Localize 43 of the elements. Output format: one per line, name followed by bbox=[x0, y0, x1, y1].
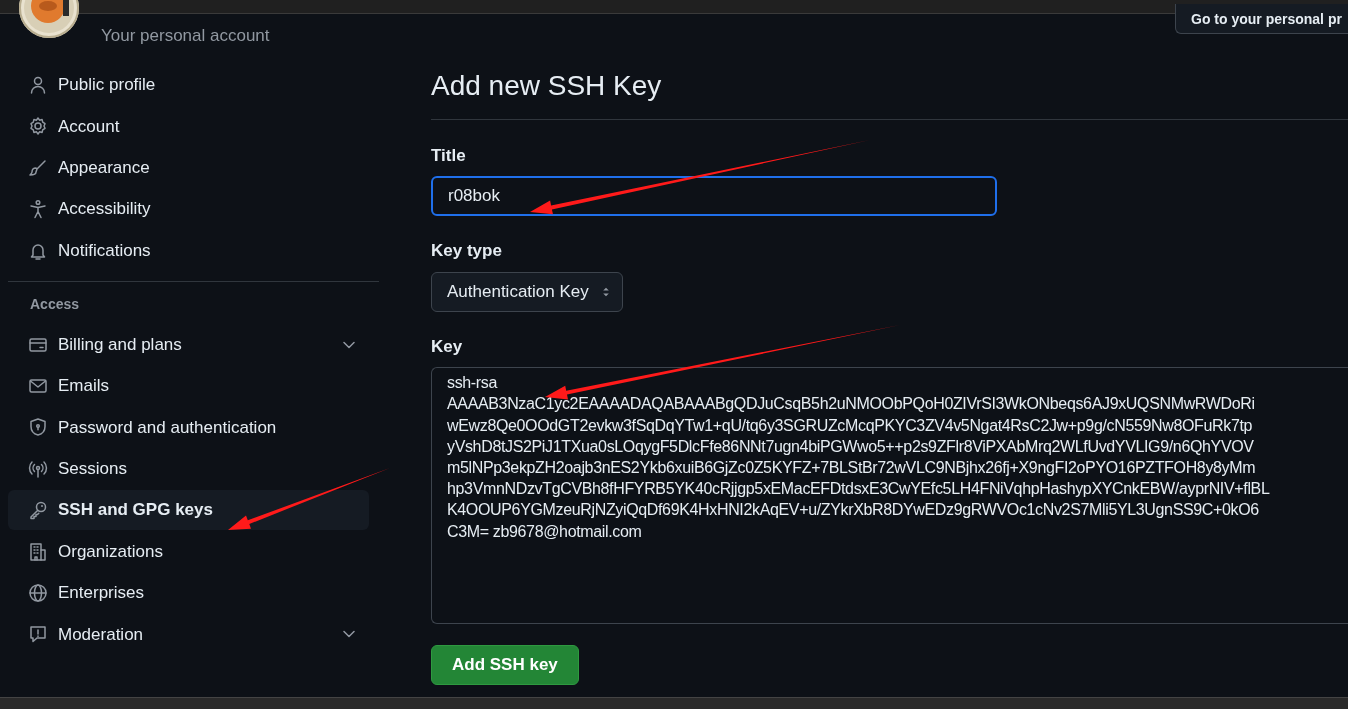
key-text-line: m5lNPp3ekpZH2oajb3nES2Ykb6xuiB6GjZc0Z5KYFZ+7BLStBr72wVLC9NBjhx26fj+X9ngFI2oPYO16PZTFOH8y8yMm bbox=[447, 457, 1257, 478]
sidebar-item[interactable]: Notifications bbox=[8, 230, 369, 271]
sidebar-item[interactable]: Enterprises bbox=[8, 572, 369, 613]
sidebar-item[interactable]: Moderation bbox=[8, 614, 369, 655]
person-icon bbox=[28, 75, 48, 95]
field-label: Title bbox=[431, 144, 467, 167]
paintbrush-icon bbox=[28, 157, 48, 178]
account-type-label: Your personal account bbox=[101, 25, 270, 47]
key-text-line: hp3VmnNDzvTgCVBh8fHFYRB5YK40cRjjgp5xEMacEFDtdsxE3CwYEfc5LH4FNiVqhpHashypXYCnkEBW/ayprNIV+flBL bbox=[447, 479, 1271, 500]
shield-icon bbox=[28, 417, 48, 438]
sidebar-item[interactable]: Billing and plans bbox=[8, 324, 369, 365]
key-icon bbox=[28, 500, 48, 521]
building-icon bbox=[28, 541, 48, 562]
field-label: Key type bbox=[431, 240, 503, 263]
key-type-select[interactable]: Authentication Key bbox=[431, 271, 623, 312]
key-text-line: K4OOUP6YGMzeuRjNZyiQqDf69K4HxHNI2kAqEV+u/ZYkrXbR8DYwEDz9gRWVOc1cNv2S7Mli5YL3UgnSS9C+0kO6 bbox=[447, 500, 1260, 521]
sidebar-item[interactable]: Emails bbox=[8, 365, 369, 406]
key-text-line: ssh-rsa bbox=[447, 373, 499, 394]
settings-icon bbox=[28, 116, 48, 137]
title-field[interactable]: r08bok bbox=[431, 176, 997, 217]
profile-button[interactable]: Go to your personal pr bbox=[1175, 4, 1348, 34]
key-text-line: yVshD8tJS2PiJ1TXua0sLOqygF5DlcFfe86NNt7ugn4biPGWwo5++p2s9ZFlr8ViPXAbMrq2WLfUvdYVLIG9/n6QhYVOV bbox=[447, 436, 1255, 457]
field-label: Key bbox=[431, 335, 464, 358]
chevron-icon bbox=[343, 630, 355, 639]
sidebar-item[interactable]: Sessions bbox=[8, 448, 369, 489]
key-text-line: AAAAB3NzaC1yc2EAAAADAQABAAABgQDJuCsqB5h2uNMOObPQoH0ZIVrSI3WkONbeqs6AJ9xUQSNMwRWDoRi bbox=[447, 394, 1256, 415]
sidebar-item[interactable]: Password and authentication bbox=[8, 407, 369, 448]
accessibility-icon bbox=[28, 199, 48, 220]
chevron-icon bbox=[343, 340, 355, 349]
sidebar-item[interactable]: Organizations bbox=[8, 531, 369, 572]
broadcast-icon bbox=[28, 458, 48, 479]
report-icon bbox=[28, 624, 48, 645]
sidebar-item[interactable]: Account bbox=[8, 106, 369, 147]
key-field[interactable] bbox=[431, 367, 1348, 625]
section-heading: Access bbox=[29, 294, 81, 314]
page-heading: Add new SSH Key bbox=[431, 69, 1348, 120]
key-text-line: C3M= zb9678@hotmail.com bbox=[447, 521, 643, 542]
sidebar-item[interactable]: Public profile bbox=[8, 65, 369, 105]
sidebar-item[interactable]: Accessibility bbox=[8, 189, 369, 230]
add-ssh-key-button[interactable]: Add SSH key bbox=[431, 645, 579, 686]
globe-icon bbox=[28, 582, 48, 603]
sidebar-item[interactable]: Appearance bbox=[8, 147, 369, 188]
key-text-line: wEwz8Qe0OOdGT2evkw3fSqDqYTw1+qU/tq6y3SGRUZcMcqPKYC3ZV4v5Ngat4RsC2Jw+p9g/cN559Nw8OFuRk7tp bbox=[447, 415, 1254, 436]
